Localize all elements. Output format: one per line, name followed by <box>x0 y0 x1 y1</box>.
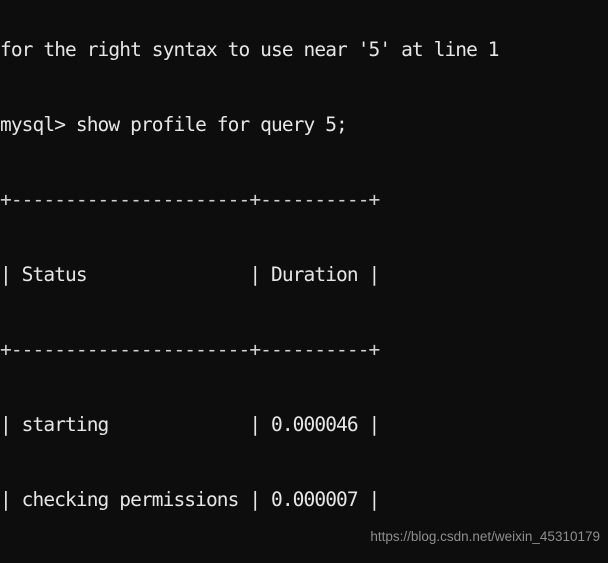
error-tail-line: for the right syntax to use near '5' at … <box>0 38 500 61</box>
table-border-top: +----------------------+----------+ <box>0 188 380 211</box>
table-header-row: | Status | Duration | <box>0 263 380 286</box>
command-prompt-line[interactable]: mysql> show profile for query 5; <box>0 112 608 137</box>
table-border-header: +----------------------+----------+ <box>0 338 380 361</box>
terminal-output[interactable]: for the right syntax to use near '5' at … <box>0 0 608 563</box>
table-row: | starting | 0.000046 | <box>0 413 380 436</box>
table-row: | checking permissions | 0.000007 | <box>0 488 380 511</box>
terminal-window[interactable]: for the right syntax to use near '5' at … <box>0 0 608 563</box>
watermark-url: https://blog.csdn.net/weixin_45310179 <box>370 529 600 544</box>
